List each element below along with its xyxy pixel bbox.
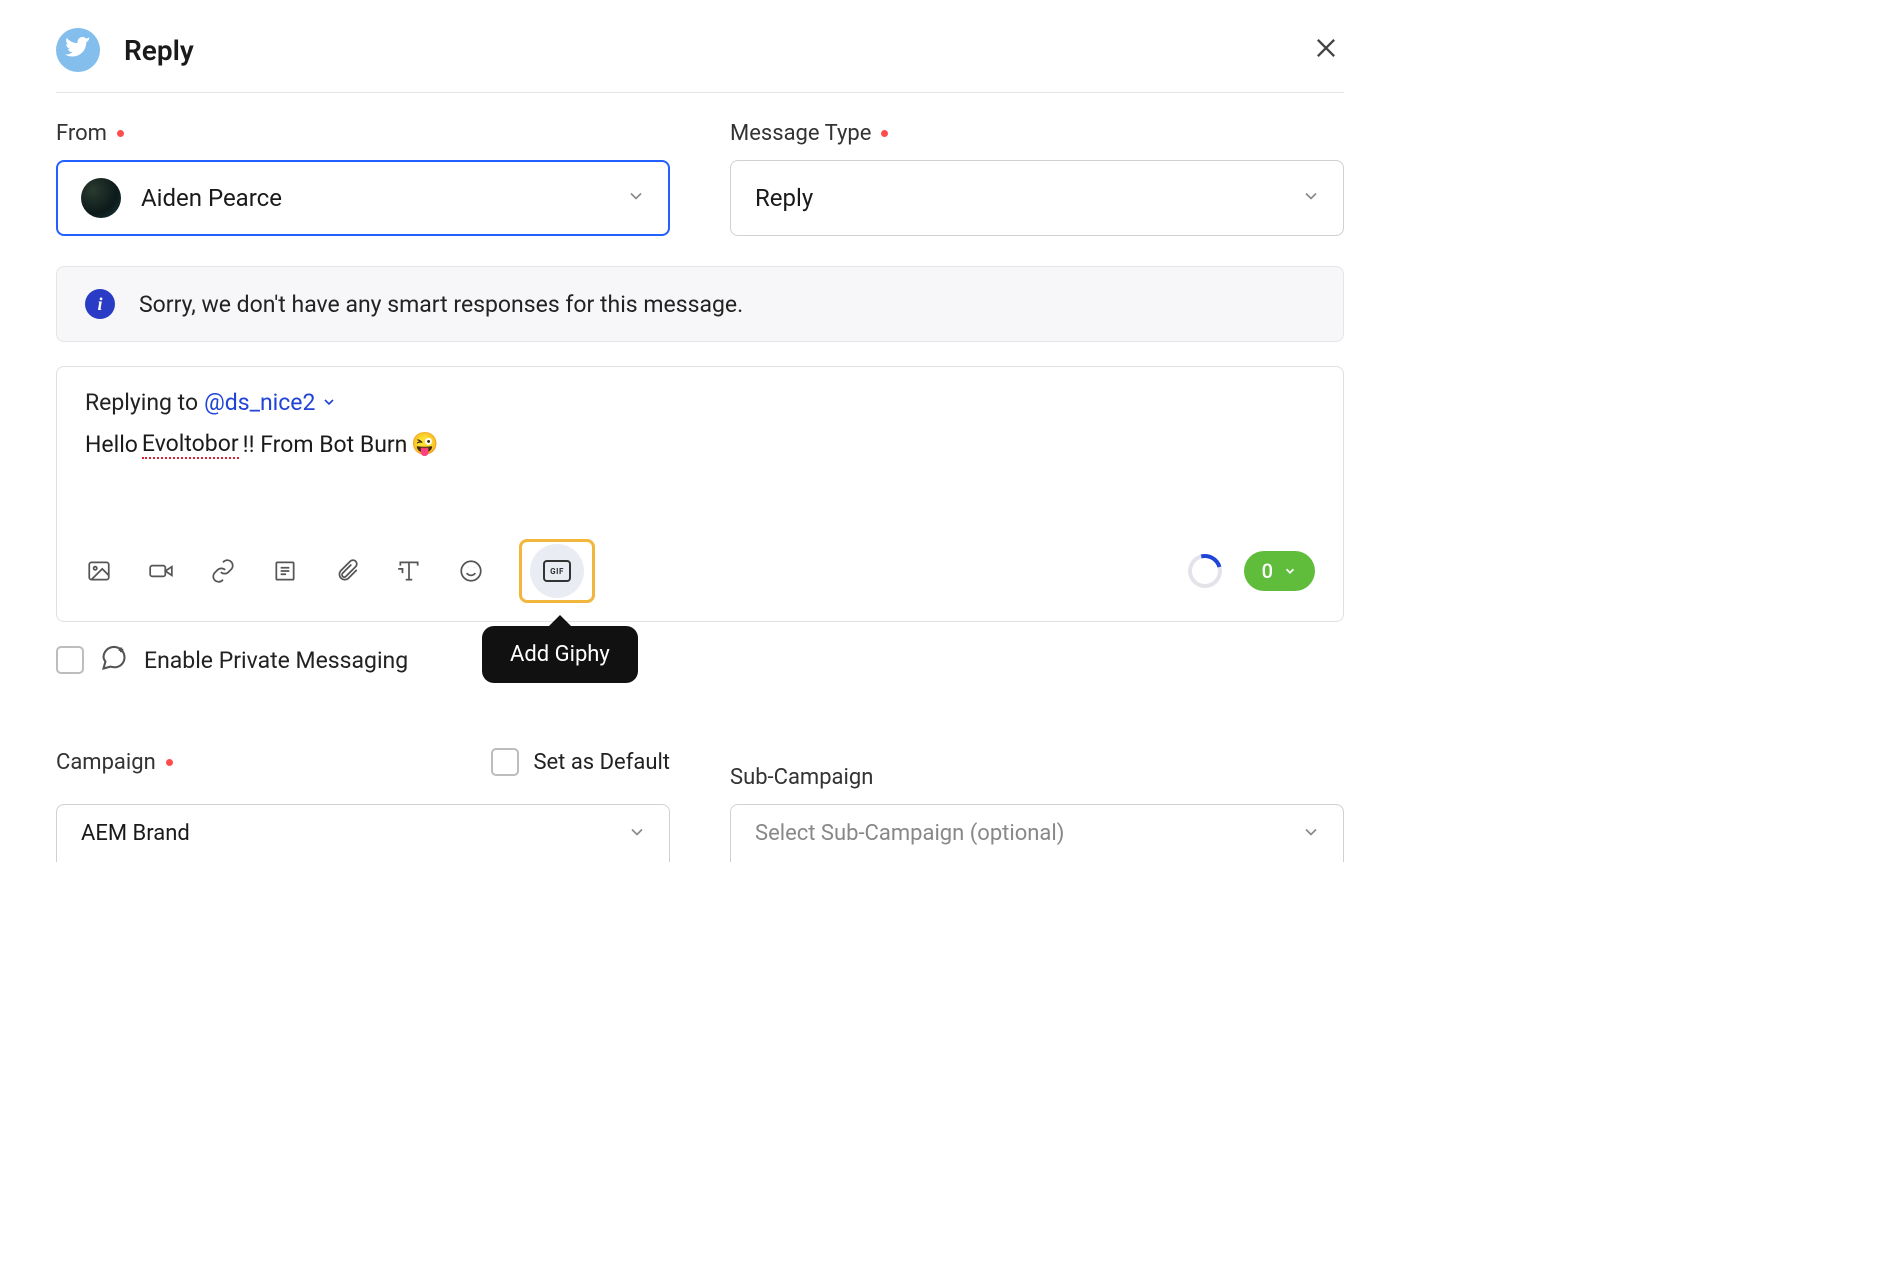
- emoji: 😜: [411, 432, 438, 457]
- reply-modal: Reply From Aiden Pearce Message Type: [0, 0, 1400, 902]
- smart-response-alert: i Sorry, we don't have any smart respons…: [56, 266, 1344, 342]
- campaign-field: Campaign Set as Default AEM Brand: [56, 748, 670, 862]
- tooltip: Add Giphy: [482, 626, 638, 683]
- form-row-2: Campaign Set as Default AEM Brand Sub-Ca…: [56, 748, 1344, 862]
- message-type-value: Reply: [755, 184, 813, 212]
- msg-part: !! From Bot Burn: [243, 431, 408, 458]
- editor-content[interactable]: Replying to @ds_nice2 Hello Evoltobor!! …: [57, 367, 1343, 527]
- replying-prefix: Replying to: [85, 389, 198, 416]
- chevron-down-icon[interactable]: [321, 389, 337, 416]
- twitter-icon: [56, 28, 100, 72]
- required-dot: [166, 759, 173, 766]
- image-icon: [86, 558, 112, 584]
- char-count-spinner: [1181, 548, 1227, 594]
- attachment-icon: [334, 558, 360, 584]
- private-messaging-label: Enable Private Messaging: [144, 647, 408, 674]
- campaign-label-text: Campaign: [56, 750, 156, 775]
- message-type-select[interactable]: Reply: [730, 160, 1344, 236]
- required-dot: [881, 130, 888, 137]
- toolbar-right: 0: [1188, 551, 1315, 591]
- emoji-button[interactable]: [457, 557, 485, 585]
- page-title: Reply: [124, 34, 194, 67]
- subcampaign-placeholder: Select Sub-Campaign (optional): [755, 821, 1064, 846]
- subcampaign-select[interactable]: Select Sub-Campaign (optional): [730, 804, 1344, 862]
- chevron-down-icon: [1301, 822, 1321, 846]
- from-field: From Aiden Pearce: [56, 121, 670, 236]
- video-button[interactable]: [147, 557, 175, 585]
- header-left: Reply: [56, 28, 194, 72]
- text-button[interactable]: [271, 557, 299, 585]
- form-row-1: From Aiden Pearce Message Type Reply: [56, 121, 1344, 236]
- tooltip-box: Add Giphy: [482, 626, 638, 683]
- message-text[interactable]: Hello Evoltobor!! From Bot Burn 😜: [85, 430, 1315, 459]
- subcampaign-field: Sub-Campaign Select Sub-Campaign (option…: [730, 765, 1344, 862]
- info-icon: i: [85, 289, 115, 319]
- gif-button[interactable]: GIF: [519, 539, 595, 603]
- avatar: [81, 178, 121, 218]
- message-type-label: Message Type: [730, 121, 1344, 146]
- video-icon: [148, 558, 174, 584]
- from-value: Aiden Pearce: [141, 184, 282, 212]
- chevron-down-icon: [626, 186, 646, 210]
- from-label-text: From: [56, 121, 107, 146]
- gif-icon: GIF: [543, 560, 571, 582]
- set-default-label: Set as Default: [533, 750, 670, 775]
- close-icon: [1312, 34, 1340, 62]
- text-icon: [272, 558, 298, 584]
- private-messaging-checkbox[interactable]: [56, 646, 84, 674]
- required-dot: [117, 130, 124, 137]
- attachment-button[interactable]: [333, 557, 361, 585]
- emoji-icon: [458, 558, 484, 584]
- link-icon: [210, 558, 236, 584]
- editor: Replying to @ds_nice2 Hello Evoltobor!! …: [56, 366, 1344, 622]
- chevron-down-icon: [1283, 564, 1297, 578]
- set-default-checkbox[interactable]: [491, 748, 519, 776]
- message-type-label-text: Message Type: [730, 121, 871, 146]
- image-button[interactable]: [85, 557, 113, 585]
- toolbar-left: GIF: [85, 539, 595, 603]
- gif-highlight: GIF: [530, 544, 584, 598]
- modal-header: Reply: [56, 28, 1344, 93]
- replying-handle[interactable]: @ds_nice2: [204, 389, 315, 416]
- chevron-down-icon: [627, 822, 647, 846]
- from-select[interactable]: Aiden Pearce: [56, 160, 670, 236]
- template-icon: [396, 558, 422, 584]
- replying-to: Replying to @ds_nice2: [85, 389, 1315, 416]
- chevron-down-icon: [1301, 186, 1321, 210]
- campaign-label: Campaign: [56, 750, 173, 775]
- campaign-value: AEM Brand: [81, 821, 190, 846]
- subcampaign-label-text: Sub-Campaign: [730, 765, 873, 790]
- template-button[interactable]: [395, 557, 423, 585]
- close-button[interactable]: [1308, 30, 1344, 70]
- tooltip-arrow: [548, 615, 572, 627]
- message-type-field: Message Type Reply: [730, 121, 1344, 236]
- set-default-check: Set as Default: [491, 748, 670, 776]
- from-label: From: [56, 121, 670, 146]
- private-messaging-row: Enable Private Messaging Add Giphy: [56, 644, 1344, 676]
- subcampaign-label: Sub-Campaign: [730, 765, 1344, 790]
- msg-spellcheck: Evoltobor: [142, 430, 239, 459]
- alert-text: Sorry, we don't have any smart responses…: [139, 291, 743, 318]
- approval-pill[interactable]: 0: [1244, 551, 1315, 591]
- link-button[interactable]: [209, 557, 237, 585]
- campaign-label-row: Campaign Set as Default: [56, 748, 670, 776]
- campaign-select[interactable]: AEM Brand: [56, 804, 670, 862]
- msg-part: Hello: [85, 431, 138, 458]
- pill-value: 0: [1262, 559, 1273, 583]
- tooltip-text: Add Giphy: [510, 642, 610, 667]
- private-messaging-icon: [100, 644, 128, 676]
- editor-toolbar: GIF 0: [57, 527, 1343, 621]
